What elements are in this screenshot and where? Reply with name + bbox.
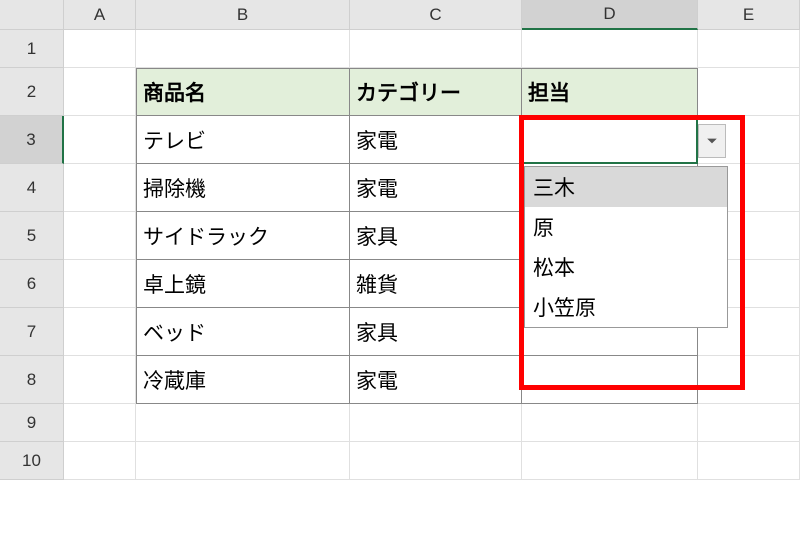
cell-product-3[interactable]: 卓上鏡 xyxy=(136,260,350,308)
cell-C10[interactable] xyxy=(350,442,522,480)
cell-A7[interactable] xyxy=(64,308,136,356)
cell-D9[interactable] xyxy=(522,404,698,442)
cell-category-0[interactable]: 家電 xyxy=(350,116,522,164)
cell-category-3[interactable]: 雑貨 xyxy=(350,260,522,308)
cell-category-5[interactable]: 家電 xyxy=(350,356,522,404)
cell-A9[interactable] xyxy=(64,404,136,442)
cell-A2[interactable] xyxy=(64,68,136,116)
cell-B1[interactable] xyxy=(136,30,350,68)
cell-D10[interactable] xyxy=(522,442,698,480)
row-header-3[interactable]: 3 xyxy=(0,116,64,164)
cell-grid: 商品名 カテゴリー 担当 テレビ 家電 三木 原 松本 小笠原 xyxy=(64,30,800,480)
col-header-C[interactable]: C xyxy=(350,0,522,30)
cell-C9[interactable] xyxy=(350,404,522,442)
dropdown-option-3[interactable]: 小笠原 xyxy=(525,287,727,327)
cell-product-2[interactable]: サイドラック xyxy=(136,212,350,260)
chevron-down-icon xyxy=(706,135,718,147)
header-assignee[interactable]: 担当 xyxy=(522,68,698,116)
dropdown-option-1[interactable]: 原 xyxy=(525,207,727,247)
cell-product-1[interactable]: 掃除機 xyxy=(136,164,350,212)
cell-E10[interactable] xyxy=(698,442,800,480)
col-header-B[interactable]: B xyxy=(136,0,350,30)
row-header-10[interactable]: 10 xyxy=(0,442,64,480)
cell-category-1[interactable]: 家電 xyxy=(350,164,522,212)
col-header-E[interactable]: E xyxy=(698,0,800,30)
header-category[interactable]: カテゴリー xyxy=(350,68,522,116)
cell-product-4[interactable]: ベッド xyxy=(136,308,350,356)
dropdown-option-0[interactable]: 三木 xyxy=(525,167,727,207)
cell-E8[interactable] xyxy=(698,356,800,404)
cell-E9[interactable] xyxy=(698,404,800,442)
cell-A4[interactable] xyxy=(64,164,136,212)
select-all-corner[interactable] xyxy=(0,0,64,30)
row-header-8[interactable]: 8 xyxy=(0,356,64,404)
row-header-4[interactable]: 4 xyxy=(0,164,64,212)
cell-A10[interactable] xyxy=(64,442,136,480)
row-headers: 1 2 3 4 5 6 7 8 9 10 xyxy=(0,30,64,480)
row-header-2[interactable]: 2 xyxy=(0,68,64,116)
cell-assignee-0[interactable]: 三木 原 松本 小笠原 xyxy=(522,116,698,164)
cell-category-2[interactable]: 家具 xyxy=(350,212,522,260)
row-header-6[interactable]: 6 xyxy=(0,260,64,308)
cell-D1[interactable] xyxy=(522,30,698,68)
cell-C1[interactable] xyxy=(350,30,522,68)
col-header-A[interactable]: A xyxy=(64,0,136,30)
cell-A3[interactable] xyxy=(64,116,136,164)
dropdown-list: 三木 原 松本 小笠原 xyxy=(524,166,728,328)
cell-E2[interactable] xyxy=(698,68,800,116)
cell-assignee-5[interactable] xyxy=(522,356,698,404)
header-product[interactable]: 商品名 xyxy=(136,68,350,116)
cell-category-4[interactable]: 家具 xyxy=(350,308,522,356)
cell-B10[interactable] xyxy=(136,442,350,480)
cell-A1[interactable] xyxy=(64,30,136,68)
dropdown-button[interactable] xyxy=(698,124,726,158)
cell-A8[interactable] xyxy=(64,356,136,404)
cell-product-5[interactable]: 冷蔵庫 xyxy=(136,356,350,404)
row-header-1[interactable]: 1 xyxy=(0,30,64,68)
row-header-5[interactable]: 5 xyxy=(0,212,64,260)
row-header-9[interactable]: 9 xyxy=(0,404,64,442)
cell-B9[interactable] xyxy=(136,404,350,442)
dropdown-option-2[interactable]: 松本 xyxy=(525,247,727,287)
row-header-7[interactable]: 7 xyxy=(0,308,64,356)
cell-product-0[interactable]: テレビ xyxy=(136,116,350,164)
cell-A5[interactable] xyxy=(64,212,136,260)
cell-A6[interactable] xyxy=(64,260,136,308)
col-header-D[interactable]: D xyxy=(522,0,698,30)
cell-E1[interactable] xyxy=(698,30,800,68)
column-headers: A B C D E xyxy=(64,0,800,30)
